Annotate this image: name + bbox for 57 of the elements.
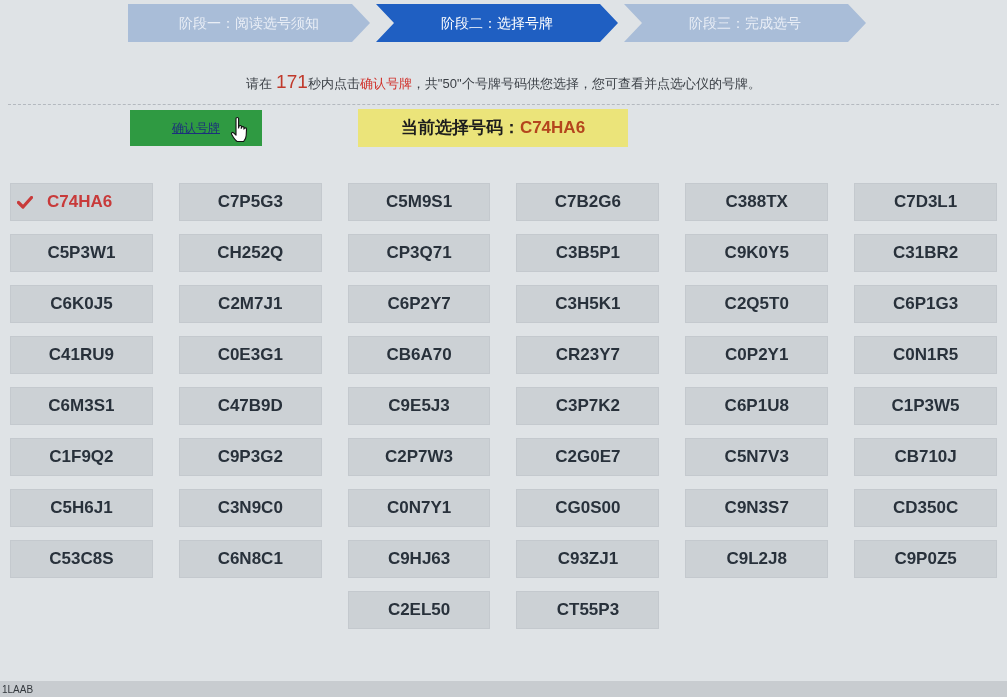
progress-step: 阶段二：选择号牌 (376, 4, 618, 42)
plate-number-option[interactable]: C5H6J1 (10, 489, 153, 527)
plate-number-option[interactable]: C0E3G1 (178, 336, 322, 374)
plate-number-option[interactable]: C9L2J8 (685, 540, 829, 578)
plate-number-option[interactable]: C93ZJ1 (516, 540, 660, 578)
plate-number-option[interactable]: C5P3W1 (10, 234, 153, 272)
plate-number-option[interactable]: C0N1R5 (854, 336, 997, 374)
plate-number-option[interactable]: C2G0E7 (516, 438, 660, 476)
plate-number-option[interactable]: CP3Q71 (347, 234, 491, 272)
plate-number-option[interactable]: C6P2Y7 (347, 285, 491, 323)
plate-number-option[interactable]: C2P7W3 (347, 438, 491, 476)
plate-number-option[interactable]: C7B2G6 (516, 183, 660, 221)
progress-step: 阶段一：阅读选号须知 (128, 4, 370, 42)
plate-number-option[interactable]: C6P1G3 (854, 285, 997, 323)
plate-number-option[interactable]: C2M7J1 (178, 285, 322, 323)
plate-number-option[interactable]: C1P3W5 (854, 387, 997, 425)
plate-number-option[interactable]: C0N7Y1 (347, 489, 491, 527)
plate-number-option[interactable]: C9N3S7 (685, 489, 829, 527)
hand-cursor-icon (230, 116, 250, 144)
current-selection-label: 当前选择号码： (400, 117, 520, 140)
plate-number-option[interactable]: C5N7V3 (685, 438, 829, 476)
plate-number-option[interactable]: C9K0Y5 (685, 234, 829, 272)
plate-number-option[interactable]: CT55P3 (516, 591, 660, 629)
plate-number-option[interactable]: C9HJ63 (347, 540, 491, 578)
plate-number-option[interactable]: C41RU9 (10, 336, 153, 374)
check-icon (17, 195, 33, 209)
plate-number-option[interactable]: C3B5P1 (516, 234, 660, 272)
plate-number-option[interactable]: C388TX (685, 183, 829, 221)
plate-number-option[interactable]: C2EL50 (347, 591, 491, 629)
plate-number-option[interactable]: CR23Y7 (516, 336, 660, 374)
plate-number-option[interactable]: C6N8C1 (178, 540, 322, 578)
plate-number-option[interactable]: C2Q5T0 (685, 285, 829, 323)
instruction-text: 请在 171秒内点击确认号牌，共"50"个号牌号码供您选择，您可查看并点选心仪的号牌。 (246, 72, 761, 94)
plate-number-option[interactable]: CG0S00 (516, 489, 660, 527)
plate-number-option[interactable]: C5M9S1 (347, 183, 491, 221)
plate-number-option[interactable]: C0P2Y1 (685, 336, 829, 374)
plate-number-option[interactable]: C9P3G2 (178, 438, 322, 476)
plate-number-option[interactable]: C1F9Q2 (10, 438, 153, 476)
plate-number-option[interactable]: C6K0J5 (10, 285, 153, 323)
plate-number-option[interactable]: C7D3L1 (854, 183, 997, 221)
plate-number-option[interactable]: CB6A70 (347, 336, 491, 374)
plate-number-option[interactable]: C7P5G3 (178, 183, 322, 221)
plate-number-option[interactable]: C9E5J3 (347, 387, 491, 425)
plate-number-option[interactable]: C3P7K2 (516, 387, 660, 425)
plate-number-option[interactable]: C31BR2 (854, 234, 997, 272)
status-text: 1LAAB (2, 682, 34, 697)
plate-number-option[interactable]: C53C8S (10, 540, 153, 578)
plate-number-option[interactable]: CD350C (854, 489, 997, 527)
plate-number-option[interactable]: C3N9C0 (178, 489, 322, 527)
plate-number-option[interactable]: CB710J (854, 438, 997, 476)
selected-plate-number: C74HA6 (519, 117, 586, 140)
plate-number-option[interactable]: CH252Q (178, 234, 322, 272)
plate-number-option[interactable]: C6P1U8 (685, 387, 829, 425)
plate-number-option[interactable]: C6M3S1 (10, 387, 153, 425)
plate-number-option[interactable]: C9P0Z5 (854, 540, 997, 578)
plate-number-option[interactable]: C3H5K1 (516, 285, 660, 323)
plate-number-option[interactable]: C47B9D (178, 387, 322, 425)
